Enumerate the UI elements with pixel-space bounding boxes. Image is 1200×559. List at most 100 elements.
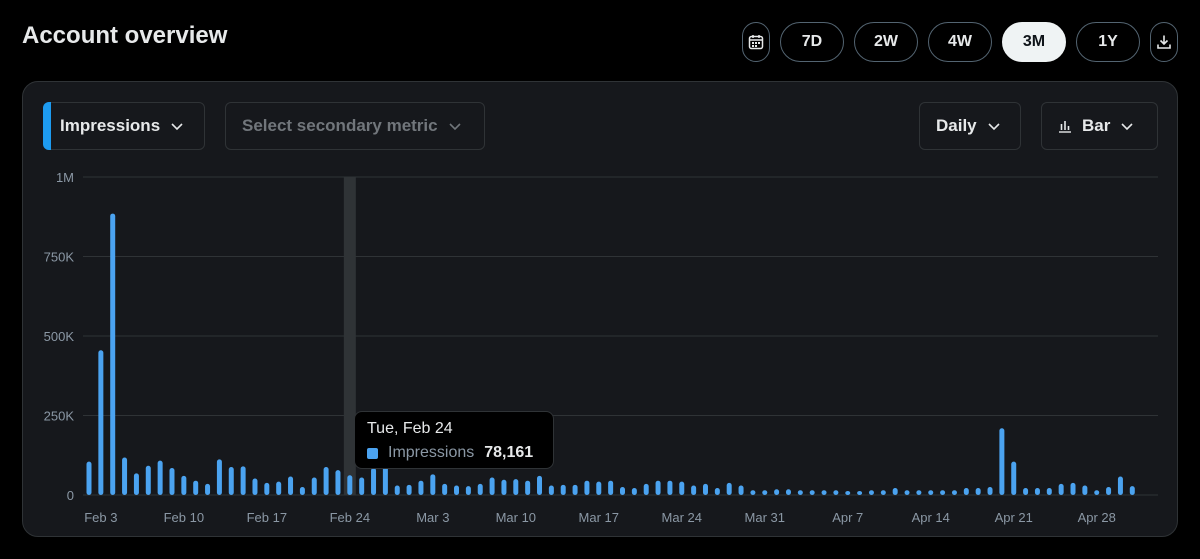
bar (608, 480, 614, 495)
download-icon (1157, 35, 1171, 49)
page-title: Account overview (22, 22, 228, 49)
chart-type-select[interactable]: Bar (1041, 102, 1158, 150)
bar (1034, 488, 1040, 495)
bar (892, 488, 898, 495)
interval-select[interactable]: Daily (919, 102, 1021, 150)
bar (975, 488, 981, 495)
bar (489, 477, 495, 495)
tooltip-value: 78,161 (484, 444, 534, 461)
secondary-metric-select[interactable]: Select secondary metric (225, 102, 485, 150)
chart-type-label: Bar (1082, 116, 1111, 135)
bar (691, 485, 697, 495)
bar (714, 488, 720, 495)
bar (157, 460, 163, 495)
date-range-toolbar: 7D 2W 4W 3M 1Y (742, 22, 1178, 62)
chevron-down-icon (1121, 123, 1133, 131)
calendar-icon (748, 35, 764, 50)
bar (572, 484, 578, 495)
bar (987, 487, 993, 495)
bar (631, 488, 637, 495)
bar (465, 486, 471, 495)
bar (216, 459, 222, 495)
bar (667, 480, 673, 495)
x-tick-label: Feb 10 (164, 510, 204, 525)
bar (584, 480, 590, 495)
bar (809, 490, 815, 495)
bar (347, 475, 353, 495)
bar (122, 457, 128, 495)
calendar-button[interactable] (742, 22, 770, 62)
bar (359, 477, 365, 495)
bar (477, 483, 483, 495)
bar (702, 483, 708, 495)
bar (454, 485, 460, 495)
bar (904, 490, 910, 495)
bar (501, 479, 507, 495)
range-4w-button[interactable]: 4W (928, 22, 992, 62)
bar (110, 213, 116, 495)
bar (596, 481, 602, 495)
range-1y-button[interactable]: 1Y (1076, 22, 1140, 62)
y-tick-label: 1M (56, 170, 74, 185)
bar (205, 483, 211, 495)
download-button[interactable] (1150, 22, 1178, 62)
bar (833, 490, 839, 495)
bar (430, 474, 436, 495)
bar (1011, 461, 1017, 495)
metric-color-accent (43, 102, 51, 150)
x-tick-label: Apr 14 (912, 510, 950, 525)
bar (762, 490, 768, 495)
bar (276, 481, 282, 495)
bar (288, 476, 294, 495)
bar (928, 490, 934, 495)
chevron-down-icon (988, 123, 1000, 131)
range-7d-button[interactable]: 7D (780, 22, 844, 62)
chevron-down-icon (171, 123, 183, 131)
x-tick-label: Apr 7 (832, 510, 863, 525)
range-3m-button[interactable]: 3M (1002, 22, 1066, 62)
bar (1070, 482, 1076, 495)
bar (181, 475, 187, 495)
bar (916, 490, 922, 495)
primary-metric-label: Impressions (60, 116, 161, 135)
bar (868, 490, 874, 495)
bar (738, 485, 744, 495)
tooltip-series-swatch (367, 447, 378, 459)
x-tick-label: Mar 24 (662, 510, 702, 525)
tooltip-metric: Impressions (388, 444, 475, 461)
x-tick-label: Apr 28 (1078, 510, 1116, 525)
bar (643, 483, 649, 495)
bar (1058, 483, 1064, 495)
bar (750, 490, 756, 495)
bar (382, 464, 388, 495)
bar (940, 490, 946, 495)
x-tick-label: Feb 24 (330, 510, 370, 525)
bar (323, 467, 329, 495)
bar (264, 482, 270, 495)
bar (999, 428, 1005, 495)
bar (228, 467, 234, 495)
tooltip-date: Tue, Feb 24 (367, 420, 453, 437)
bar (857, 491, 863, 495)
bar (1129, 486, 1135, 495)
bar (1117, 476, 1123, 495)
interval-label: Daily (936, 116, 977, 135)
tooltip-row: Impressions 78,161 (367, 444, 541, 462)
bar (371, 467, 377, 495)
y-tick-label: 500K (44, 329, 75, 344)
bar (1082, 485, 1088, 495)
bar (620, 487, 625, 495)
bar (525, 480, 531, 495)
bar (394, 485, 400, 495)
bar (418, 480, 424, 495)
x-tick-label: Mar 10 (496, 510, 536, 525)
primary-metric-select[interactable]: Impressions (43, 102, 205, 150)
bar (193, 480, 199, 495)
bar (797, 490, 803, 495)
bar (311, 477, 317, 495)
y-tick-label: 750K (44, 250, 75, 265)
range-2w-button[interactable]: 2W (854, 22, 918, 62)
x-tick-label: Mar 17 (579, 510, 619, 525)
chart-panel: 0 250K 500K 750K 1M Feb 3 Feb 10 Feb 17 Feb 24 Ma… (22, 81, 1178, 537)
bar (1094, 490, 1100, 495)
